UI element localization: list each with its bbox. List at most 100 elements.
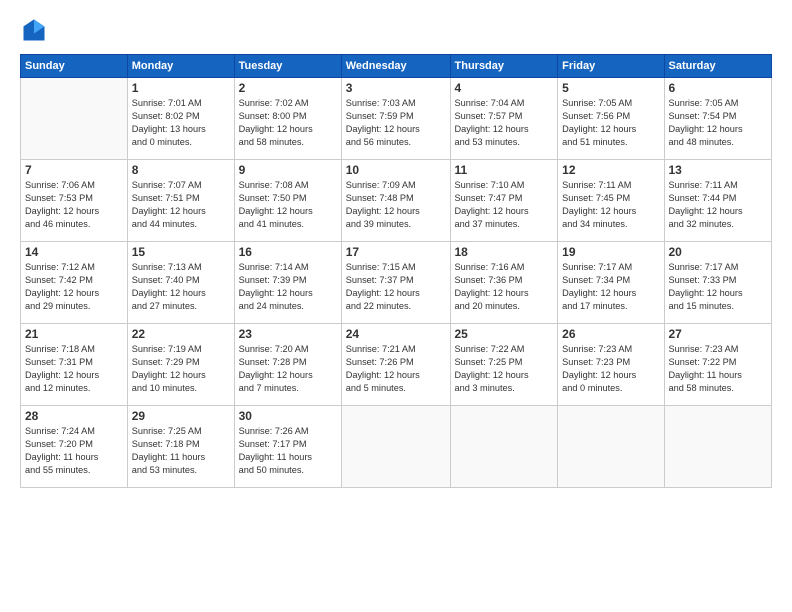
day-info: Sunrise: 7:19 AM Sunset: 7:29 PM Dayligh… [132,343,230,395]
day-info: Sunrise: 7:21 AM Sunset: 7:26 PM Dayligh… [346,343,446,395]
day-number: 24 [346,327,446,341]
weekday-header-friday: Friday [558,55,664,78]
week-row-3: 14Sunrise: 7:12 AM Sunset: 7:42 PM Dayli… [21,242,772,324]
day-number: 15 [132,245,230,259]
calendar-cell [664,406,772,488]
calendar-cell: 26 Sunrise: 7:23 AM Sunset: 7:23 PM Dayli… [558,324,664,406]
day-info: Sunrise: 7:23 AM Sunset: 7:22 PM Dayligh… [669,343,768,395]
calendar-cell: 21 Sunrise: 7:18 AM Sunset: 7:31 PM Dayli… [21,324,128,406]
calendar-cell: 12 Sunrise: 7:11 AM Sunset: 7:45 PM Dayli… [558,160,664,242]
day-info: Sunrise: 7:17 AM Sunset: 7:34 PM Dayligh… [562,261,659,313]
day-info: Sunrise: 7:24 AM Sunset: 7:20 PM Dayligh… [25,425,123,477]
weekday-header-saturday: Saturday [664,55,772,78]
day-number: 16 [239,245,337,259]
calendar-cell: 6 Sunrise: 7:05 AM Sunset: 7:54 PM Daylig… [664,78,772,160]
calendar-cell: 30 Sunrise: 7:26 AM Sunset: 7:17 PM Dayli… [234,406,341,488]
weekday-header-sunday: Sunday [21,55,128,78]
calendar-cell: 2Sunrise: 7:02 AM Sunset: 8:00 PM Daylig… [234,78,341,160]
day-number: 6 [669,81,768,95]
day-info: Sunrise: 7:06 AM Sunset: 7:53 PM Dayligh… [25,179,123,231]
page: SundayMondayTuesdayWednesdayThursdayFrid… [0,0,792,612]
calendar-cell [21,78,128,160]
day-info: Sunrise: 7:03 AM Sunset: 7:59 PM Dayligh… [346,97,446,149]
calendar-cell: 10 Sunrise: 7:09 AM Sunset: 7:48 PM Dayli… [341,160,450,242]
day-number: 4 [455,81,554,95]
calendar-cell: 19 Sunrise: 7:17 AM Sunset: 7:34 PM Dayli… [558,242,664,324]
day-info: Sunrise: 7:10 AM Sunset: 7:47 PM Dayligh… [455,179,554,231]
calendar-cell: 27 Sunrise: 7:23 AM Sunset: 7:22 PM Dayli… [664,324,772,406]
calendar-table: SundayMondayTuesdayWednesdayThursdayFrid… [20,54,772,488]
day-info: Sunrise: 7:09 AM Sunset: 7:48 PM Dayligh… [346,179,446,231]
day-number: 11 [455,163,554,177]
day-number: 29 [132,409,230,423]
calendar-cell: 7 Sunrise: 7:06 AM Sunset: 7:53 PM Daylig… [21,160,128,242]
day-info: Sunrise: 7:18 AM Sunset: 7:31 PM Dayligh… [25,343,123,395]
header [20,16,772,44]
day-number: 9 [239,163,337,177]
calendar-cell: 1Sunrise: 7:01 AM Sunset: 8:02 PM Daylig… [127,78,234,160]
calendar-cell [341,406,450,488]
calendar-cell: 16 Sunrise: 7:14 AM Sunset: 7:39 PM Dayli… [234,242,341,324]
day-info: Sunrise: 7:12 AM Sunset: 7:42 PM Dayligh… [25,261,123,313]
day-number: 1 [132,81,230,95]
weekday-header-tuesday: Tuesday [234,55,341,78]
day-number: 22 [132,327,230,341]
day-info: Sunrise: 7:11 AM Sunset: 7:45 PM Dayligh… [562,179,659,231]
weekday-header-monday: Monday [127,55,234,78]
day-number: 13 [669,163,768,177]
calendar-cell: 5 Sunrise: 7:05 AM Sunset: 7:56 PM Daylig… [558,78,664,160]
day-number: 27 [669,327,768,341]
day-number: 25 [455,327,554,341]
calendar-cell: 11 Sunrise: 7:10 AM Sunset: 7:47 PM Dayli… [450,160,558,242]
day-number: 20 [669,245,768,259]
calendar-cell: 9 Sunrise: 7:08 AM Sunset: 7:50 PM Daylig… [234,160,341,242]
calendar-cell: 22 Sunrise: 7:19 AM Sunset: 7:29 PM Dayli… [127,324,234,406]
day-info: Sunrise: 7:07 AM Sunset: 7:51 PM Dayligh… [132,179,230,231]
calendar-cell: 20Sunrise: 7:17 AM Sunset: 7:33 PM Dayli… [664,242,772,324]
logo [20,16,52,44]
weekday-header-wednesday: Wednesday [341,55,450,78]
day-info: Sunrise: 7:05 AM Sunset: 7:56 PM Dayligh… [562,97,659,149]
week-row-2: 7 Sunrise: 7:06 AM Sunset: 7:53 PM Daylig… [21,160,772,242]
calendar-cell [450,406,558,488]
week-row-4: 21 Sunrise: 7:18 AM Sunset: 7:31 PM Dayli… [21,324,772,406]
weekday-header-row: SundayMondayTuesdayWednesdayThursdayFrid… [21,55,772,78]
calendar-cell: 14Sunrise: 7:12 AM Sunset: 7:42 PM Dayli… [21,242,128,324]
day-info: Sunrise: 7:04 AM Sunset: 7:57 PM Dayligh… [455,97,554,149]
day-info: Sunrise: 7:20 AM Sunset: 7:28 PM Dayligh… [239,343,337,395]
day-number: 30 [239,409,337,423]
day-number: 12 [562,163,659,177]
calendar-cell: 4 Sunrise: 7:04 AM Sunset: 7:57 PM Daylig… [450,78,558,160]
day-info: Sunrise: 7:23 AM Sunset: 7:23 PM Dayligh… [562,343,659,395]
day-number: 8 [132,163,230,177]
calendar-cell: 24 Sunrise: 7:21 AM Sunset: 7:26 PM Dayli… [341,324,450,406]
day-number: 3 [346,81,446,95]
day-info: Sunrise: 7:15 AM Sunset: 7:37 PM Dayligh… [346,261,446,313]
day-info: Sunrise: 7:14 AM Sunset: 7:39 PM Dayligh… [239,261,337,313]
day-info: Sunrise: 7:26 AM Sunset: 7:17 PM Dayligh… [239,425,337,477]
calendar-cell: 28 Sunrise: 7:24 AM Sunset: 7:20 PM Dayli… [21,406,128,488]
weekday-header-thursday: Thursday [450,55,558,78]
calendar-cell: 18Sunrise: 7:16 AM Sunset: 7:36 PM Dayli… [450,242,558,324]
day-number: 18 [455,245,554,259]
day-info: Sunrise: 7:02 AM Sunset: 8:00 PM Dayligh… [239,97,337,149]
calendar-cell: 15Sunrise: 7:13 AM Sunset: 7:40 PM Dayli… [127,242,234,324]
logo-icon [20,16,48,44]
day-info: Sunrise: 7:05 AM Sunset: 7:54 PM Dayligh… [669,97,768,149]
calendar-cell: 23Sunrise: 7:20 AM Sunset: 7:28 PM Dayli… [234,324,341,406]
day-number: 28 [25,409,123,423]
day-number: 19 [562,245,659,259]
day-info: Sunrise: 7:08 AM Sunset: 7:50 PM Dayligh… [239,179,337,231]
calendar-cell: 3 Sunrise: 7:03 AM Sunset: 7:59 PM Daylig… [341,78,450,160]
day-info: Sunrise: 7:11 AM Sunset: 7:44 PM Dayligh… [669,179,768,231]
calendar-cell: 25 Sunrise: 7:22 AM Sunset: 7:25 PM Dayli… [450,324,558,406]
day-info: Sunrise: 7:22 AM Sunset: 7:25 PM Dayligh… [455,343,554,395]
day-number: 21 [25,327,123,341]
day-number: 5 [562,81,659,95]
day-info: Sunrise: 7:25 AM Sunset: 7:18 PM Dayligh… [132,425,230,477]
day-number: 26 [562,327,659,341]
day-number: 7 [25,163,123,177]
calendar-cell: 17Sunrise: 7:15 AM Sunset: 7:37 PM Dayli… [341,242,450,324]
calendar-cell: 13 Sunrise: 7:11 AM Sunset: 7:44 PM Dayli… [664,160,772,242]
day-number: 10 [346,163,446,177]
